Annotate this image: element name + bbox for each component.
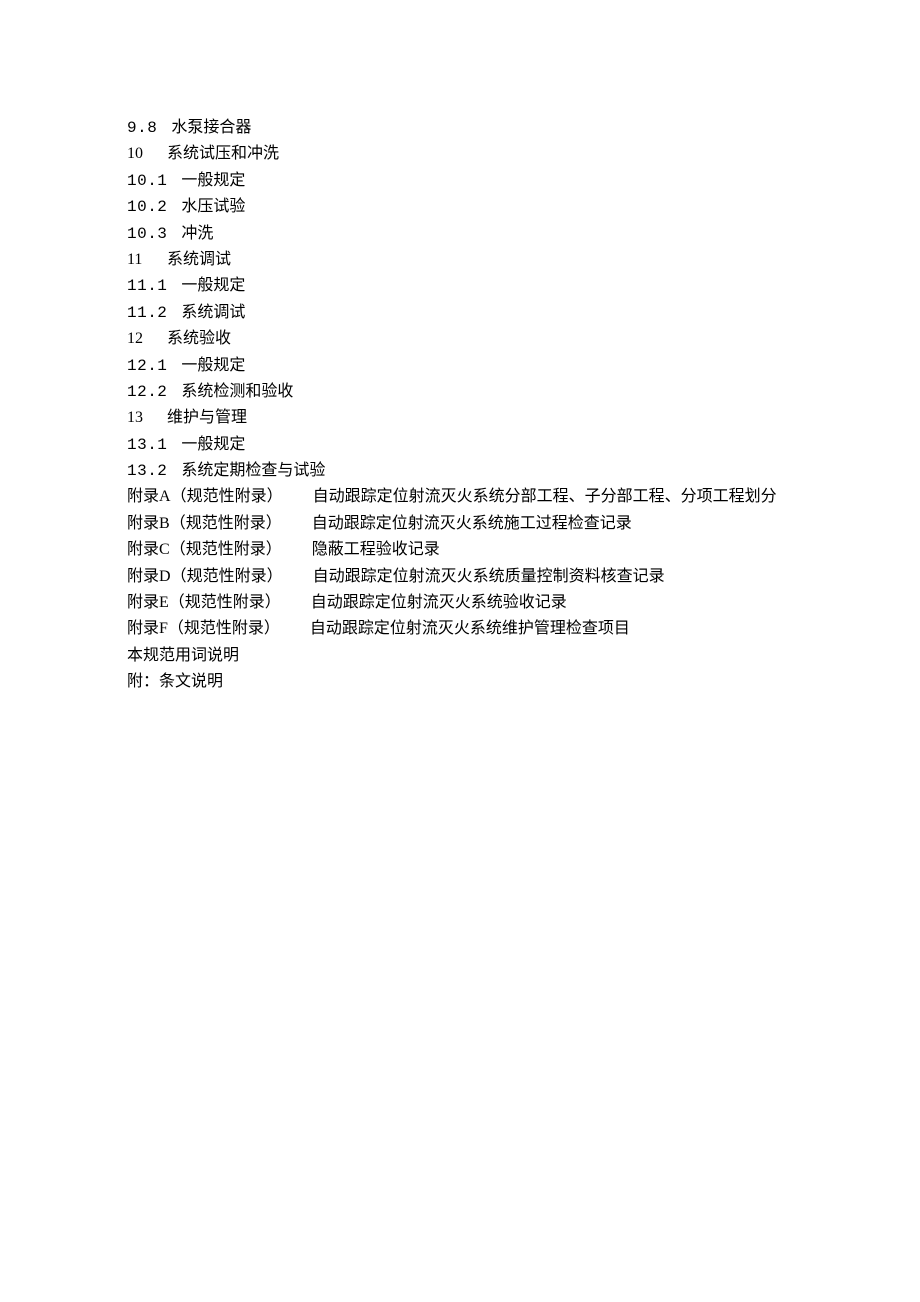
appendix-title: 自动跟踪定位射流灭火系统验收记录 [311, 594, 567, 611]
toc-entry-attach: 附：条文说明 [127, 669, 920, 695]
toc-entry-appendix-e: 附录E（规范性附录） 自动跟踪定位射流灭火系统验收记录 [127, 590, 920, 616]
toc-title: 一般规定 [181, 172, 245, 189]
toc-title: 系统检测和验收 [181, 383, 293, 400]
toc-num: 12.2 [127, 379, 167, 405]
toc-num: 11.2 [127, 300, 167, 326]
toc-title: 水压试验 [181, 198, 245, 215]
toc-entry-12: 12 系统验收 [127, 326, 920, 352]
toc-entry-13-1: 13.1 一般规定 [127, 432, 920, 458]
toc-entry-12-2: 12.2 系统检测和验收 [127, 379, 920, 405]
toc-title: 系统调试 [181, 304, 245, 321]
appendix-code: 附录A [127, 484, 171, 510]
appendix-title: 自动跟踪定位射流灭火系统施工过程检查记录 [312, 515, 632, 532]
appendix-code: 附录E [127, 590, 169, 616]
toc-num: 12 [127, 326, 155, 352]
toc-title: 维护与管理 [167, 409, 247, 426]
appendix-title: 自动跟踪定位射流灭火系统分部工程、子分部工程、分项工程划分 [313, 488, 777, 505]
toc-num: 10 [127, 141, 155, 167]
toc-title: 系统验收 [167, 330, 231, 347]
appendix-hint: （规范性附录） [170, 537, 282, 563]
toc-entry-appendix-f: 附录F（规范性附录） 自动跟踪定位射流灭火系统维护管理检查项目 [127, 616, 920, 642]
toc-entry-9-8: 9.8 水泵接合器 [127, 115, 920, 141]
appendix-hint: （规范性附录） [169, 590, 281, 616]
toc-title: 系统调试 [167, 251, 231, 268]
appendix-title: 自动跟踪定位射流灭火系统维护管理检查项目 [310, 620, 630, 637]
appendix-hint: （规范性附录） [171, 564, 283, 590]
appendix-hint: （规范性附录） [168, 616, 280, 642]
toc-num: 10.2 [127, 194, 167, 220]
toc-entry-appendix-d: 附录D（规范性附录） 自动跟踪定位射流灭火系统质量控制资料核查记录 [127, 564, 920, 590]
toc-num: 13.1 [127, 432, 167, 458]
appendix-code: 附录B [127, 511, 170, 537]
toc-entry-explain: 本规范用词说明 [127, 643, 920, 669]
appendix-hint: （规范性附录） [171, 484, 283, 510]
toc-entry-10-1: 10.1 一般规定 [127, 168, 920, 194]
toc-title: 水泵接合器 [171, 119, 251, 136]
toc-title: 一般规定 [181, 357, 245, 374]
toc-num: 12.1 [127, 353, 167, 379]
toc-entry-12-1: 12.1 一般规定 [127, 353, 920, 379]
toc-entry-11-1: 11.1 一般规定 [127, 273, 920, 299]
toc-entry-13: 13 维护与管理 [127, 405, 920, 431]
appendix-hint: （规范性附录） [170, 511, 282, 537]
toc-title: 系统试压和冲洗 [167, 145, 279, 162]
toc-entry-appendix-c: 附录C（规范性附录） 隐蔽工程验收记录 [127, 537, 920, 563]
toc-entry-13-2: 13.2 系统定期检查与试验 [127, 458, 920, 484]
toc-entry-10-3: 10.3 冲洗 [127, 221, 920, 247]
toc-title: 一般规定 [181, 277, 245, 294]
appendix-code: 附录D [127, 564, 171, 590]
toc-num: 10.1 [127, 168, 167, 194]
appendix-code: 附录F [127, 616, 168, 642]
appendix-title: 隐蔽工程验收记录 [312, 541, 440, 558]
toc-num: 11.1 [127, 273, 167, 299]
toc-num: 11 [127, 247, 155, 273]
toc-title: 系统定期检查与试验 [181, 462, 325, 479]
toc-num: 13 [127, 405, 155, 431]
toc-num: 13.2 [127, 458, 167, 484]
toc-entry-appendix-b: 附录B（规范性附录） 自动跟踪定位射流灭火系统施工过程检查记录 [127, 511, 920, 537]
toc-num: 9.8 [127, 115, 157, 141]
toc-title: 冲洗 [181, 225, 213, 242]
toc-entry-appendix-a: 附录A（规范性附录） 自动跟踪定位射流灭火系统分部工程、子分部工程、分项工程划分 [127, 484, 920, 510]
toc-entry-10-2: 10.2 水压试验 [127, 194, 920, 220]
toc-entry-11-2: 11.2 系统调试 [127, 300, 920, 326]
toc-entry-10: 10 系统试压和冲洗 [127, 141, 920, 167]
toc-title: 一般规定 [181, 436, 245, 453]
appendix-code: 附录C [127, 537, 170, 563]
appendix-title: 自动跟踪定位射流灭火系统质量控制资料核查记录 [313, 568, 665, 585]
toc-entry-11: 11 系统调试 [127, 247, 920, 273]
toc-num: 10.3 [127, 221, 167, 247]
